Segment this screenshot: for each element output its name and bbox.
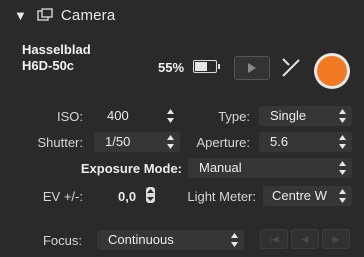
stepper-arrows-icon	[339, 109, 346, 123]
wand-icon	[282, 58, 300, 77]
aperture-label: Aperture:	[196, 135, 250, 150]
ev-stepper[interactable]	[146, 187, 155, 203]
camera-model: Hasselblad H6D-50c	[22, 42, 91, 74]
battery-percent: 55%	[158, 60, 185, 75]
type-value: Single	[270, 108, 307, 123]
focus-nav-next-button[interactable]: ▶	[322, 229, 350, 249]
ev-value: 0,0	[118, 189, 137, 204]
type-label: Type:	[218, 109, 250, 124]
type-select[interactable]: Single	[259, 106, 352, 126]
camera-brand: Hasselblad	[22, 42, 91, 57]
iso-value: 400	[107, 108, 129, 123]
shutter-accent	[317, 56, 347, 86]
focus-select[interactable]: Continuous	[97, 230, 244, 250]
iso-label: ISO:	[56, 109, 83, 124]
battery-level-fill	[195, 62, 208, 71]
battery-icon	[193, 60, 220, 73]
exposure-mode-value: Manual	[199, 160, 242, 175]
stepper-arrows-icon	[167, 135, 174, 149]
camera-panel: ▼ Camera Hasselblad H6D-50c 55% ISO: 400…	[0, 0, 364, 257]
exposure-mode-label: Exposure Mode:	[80, 161, 182, 176]
ev-label: EV +/-:	[42, 189, 83, 204]
stepper-arrows-icon	[339, 135, 346, 149]
light-meter-select[interactable]: Centre W	[263, 186, 352, 206]
light-meter-label: Light Meter:	[187, 189, 256, 204]
light-meter-value: Centre W	[272, 188, 327, 203]
stepper-arrows-icon	[147, 189, 154, 201]
focus-label: Focus:	[42, 233, 82, 248]
aperture-value: 5.6	[270, 134, 289, 149]
aperture-select[interactable]: 5.6	[259, 132, 352, 152]
live-view-play-button[interactable]	[234, 56, 270, 80]
camera-model-name: H6D-50c	[22, 58, 75, 73]
focus-value: Continuous	[108, 232, 174, 247]
camera-section-header[interactable]: ▼ Camera	[0, 0, 364, 30]
stepper-arrows-icon	[339, 189, 346, 203]
autofocus-wand-button[interactable]	[278, 54, 304, 80]
focus-nav-first-button[interactable]: |◀	[260, 229, 288, 249]
stepper-arrows-icon	[167, 109, 174, 123]
stepper-arrows-icon	[231, 233, 238, 247]
shutter-select[interactable]: 1/50	[94, 132, 180, 152]
play-icon	[248, 63, 256, 73]
stepper-arrows-icon	[339, 161, 346, 175]
shutter-label: Shutter:	[37, 135, 83, 150]
capture-shutter-button[interactable]	[314, 53, 350, 89]
section-title: Camera	[60, 6, 116, 24]
shutter-value: 1/50	[105, 134, 131, 149]
exposure-mode-select[interactable]: Manual	[188, 158, 352, 178]
iso-select[interactable]: 400	[94, 106, 180, 126]
disclosure-triangle-icon[interactable]: ▼	[14, 8, 27, 23]
camera-window-icon	[37, 8, 53, 21]
focus-nav-prev-button[interactable]: ◀	[291, 229, 319, 249]
